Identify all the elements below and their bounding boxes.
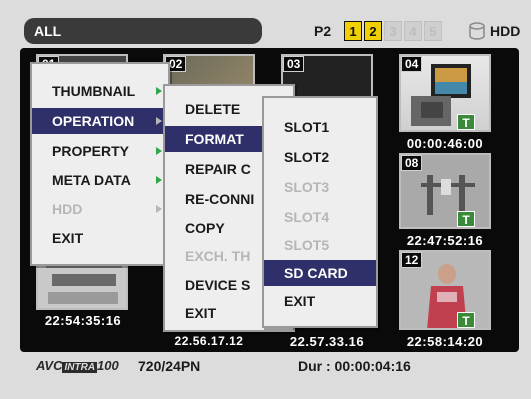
menu-item-label: HDD — [52, 201, 83, 217]
menu-item-label: EXIT — [52, 230, 84, 246]
menu-item-exit[interactable]: EXIT — [32, 225, 168, 251]
slot-4-indicator: 4 — [404, 21, 422, 41]
menu-item-slot4: SLOT4 — [284, 209, 330, 225]
menu-item-exit[interactable]: EXIT — [264, 288, 376, 314]
codec-suffix: 100 — [97, 358, 119, 373]
mode-indicator: ALL — [24, 18, 262, 44]
menu-item-operation[interactable]: OPERATION — [32, 108, 168, 134]
submenu-arrow-icon — [156, 87, 162, 95]
menu-item-slot5: SLOT5 — [284, 237, 330, 253]
clip-timecode: 22:47:52:16 — [406, 233, 484, 248]
clip-thumbnail[interactable]: 12 T — [399, 250, 491, 330]
text-memo-badge: T — [457, 114, 475, 130]
submenu-arrow-icon — [156, 117, 162, 125]
p2-label: P2 — [314, 23, 332, 39]
video-format: 720/24PN — [138, 358, 201, 374]
codec-intra: INTRA — [62, 362, 98, 373]
clip-timecode: 22.56.17.12 — [174, 334, 244, 348]
menu-item-property[interactable]: PROPERTY — [32, 138, 168, 164]
clip-timecode: 00:00:46:00 — [406, 136, 484, 151]
slot-2-indicator: 2 — [364, 21, 382, 41]
p2-browser-screen: ALL P2 1 2 3 4 5 HDD 01 02 03 — [0, 0, 531, 399]
menu-item-sd-card[interactable]: SD CARD — [264, 260, 376, 286]
menu-item-hdd: HDD — [32, 196, 168, 222]
clip-timecode: 22:54:35:16 — [44, 313, 122, 328]
main-menu: THUMBNAIL OPERATION PROPERTY META DATA H… — [30, 62, 170, 266]
menu-item-thumbnail[interactable]: THUMBNAIL — [32, 78, 168, 104]
menu-item-slot3: SLOT3 — [284, 179, 330, 195]
text-memo-badge: T — [457, 312, 475, 328]
clip-thumbnail[interactable]: 04 T — [399, 54, 491, 132]
format-submenu: SLOT1 SLOT2 SLOT3 SLOT4 SLOT5 SD CARD EX… — [262, 96, 378, 328]
menu-item-label: PROPERTY — [52, 143, 130, 159]
submenu-arrow-icon — [156, 147, 162, 155]
menu-item-slot1[interactable]: SLOT1 — [264, 114, 376, 140]
menu-item-label: META DATA — [52, 172, 131, 188]
clip-number: 08 — [401, 155, 423, 171]
menu-item-label: OPERATION — [52, 113, 135, 129]
menu-item-slot2[interactable]: SLOT2 — [264, 144, 376, 170]
clip-duration: Dur : 00:00:04:16 — [298, 358, 411, 374]
slot-1-indicator: 1 — [344, 21, 362, 41]
clip-number: 03 — [283, 56, 305, 72]
menu-item-meta-data[interactable]: META DATA — [32, 167, 168, 193]
clip-timecode: 22.57.33.16 — [289, 334, 365, 349]
codec-prefix: AVC — [36, 358, 63, 373]
codec-label: AVC INTRA 100 — [36, 358, 119, 373]
disk-icon — [468, 21, 486, 41]
menu-item-label: THUMBNAIL — [52, 83, 136, 99]
hdd-label: HDD — [490, 23, 521, 39]
slot-3-indicator: 3 — [384, 21, 402, 41]
clip-number: 04 — [401, 56, 423, 72]
clip-timecode: 22:58:14:20 — [406, 334, 484, 349]
submenu-arrow-icon — [156, 176, 162, 184]
text-memo-badge: T — [457, 211, 475, 227]
top-bar: ALL P2 1 2 3 4 5 HDD — [24, 18, 521, 44]
slot-5-indicator: 5 — [424, 21, 442, 41]
submenu-arrow-icon — [156, 205, 162, 213]
clip-thumbnail[interactable]: 08 T — [399, 153, 491, 229]
clip-number: 12 — [401, 252, 423, 268]
